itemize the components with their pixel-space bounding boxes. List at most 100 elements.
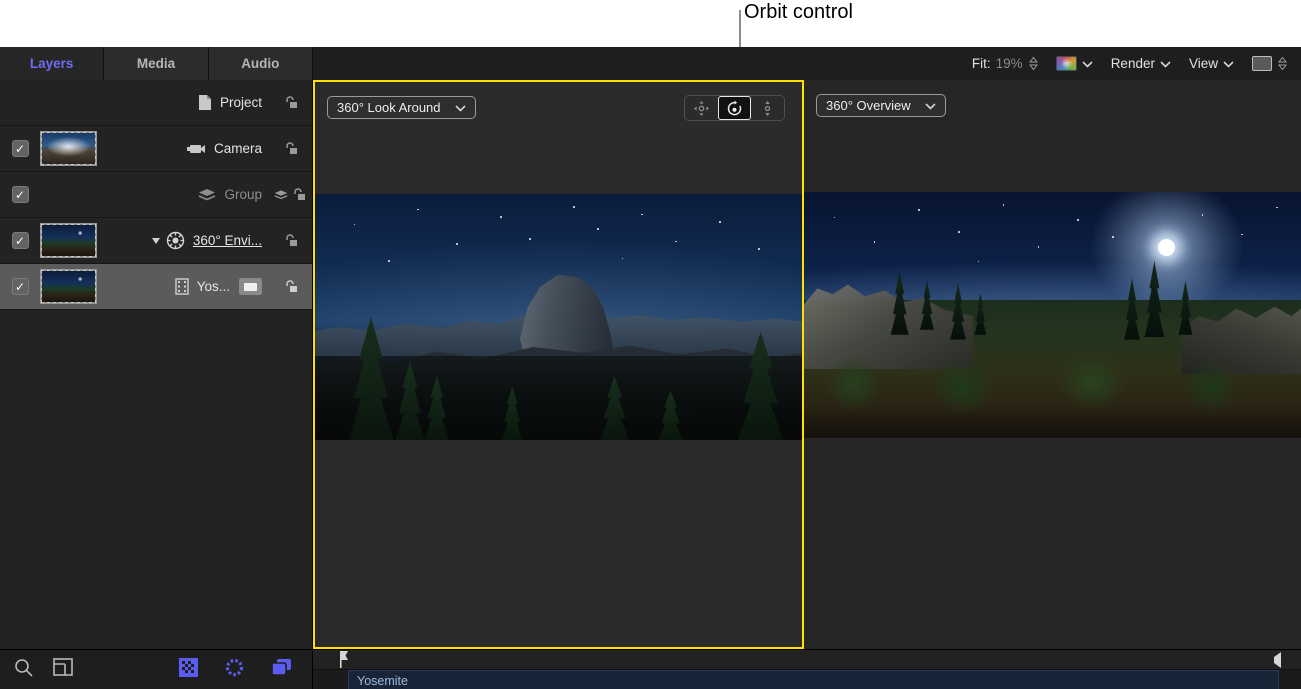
thumbnail-image-road xyxy=(42,133,95,164)
layout-panel-icon[interactable] xyxy=(53,658,73,681)
rectangle-icon xyxy=(1252,56,1272,71)
fit-zoom-control[interactable]: Fit: 19% xyxy=(972,56,1038,71)
checkerboard-icon[interactable] xyxy=(179,658,198,682)
lock-cell-group[interactable] xyxy=(268,187,312,202)
layer-row-360-environment[interactable]: ✓ 360° Envi... xyxy=(0,218,312,264)
moon-highlight xyxy=(1158,239,1175,256)
timeline-panel[interactable]: Yosemite xyxy=(313,649,1301,689)
tab-audio[interactable]: Audio xyxy=(209,47,313,80)
unlocked-icon xyxy=(283,141,298,156)
timeline-clip-yosemite[interactable]: Yosemite xyxy=(348,670,1279,689)
camera-icon xyxy=(186,142,206,156)
group-visibility-checkbox[interactable]: ✓ xyxy=(0,186,40,203)
unlocked-icon xyxy=(291,187,306,202)
lock-cell-yosemite[interactable] xyxy=(268,279,312,294)
document-icon xyxy=(198,94,212,111)
canvas-area: 360° Look Around xyxy=(313,80,1301,649)
layer-name-project: Project xyxy=(220,95,262,110)
viewport-right-overview[interactable]: 360° Overview xyxy=(804,80,1301,649)
lock-cell-camera[interactable] xyxy=(268,141,312,156)
environment-visibility-checkbox[interactable]: ✓ xyxy=(0,232,40,249)
equirectangular-panorama-image xyxy=(804,192,1301,438)
viewport-left-look-around[interactable]: 360° Look Around xyxy=(313,80,804,649)
layer-name-yosemite: Yos... xyxy=(197,279,230,294)
layer-name-360-environment: 360° Envi... xyxy=(193,233,262,248)
layer-row-yosemite[interactable]: ✓ Yos... xyxy=(0,264,312,310)
disclosure-triangle-icon[interactable] xyxy=(152,238,160,244)
screenshot-root: Orbit control Layers Media Audio Fit: 19… xyxy=(0,0,1301,689)
tab-layers[interactable]: Layers xyxy=(0,47,104,80)
layer-name-camera: Camera xyxy=(214,141,262,156)
timeline-track[interactable]: Yosemite xyxy=(313,670,1301,689)
fit-label: Fit: xyxy=(972,56,991,71)
viewport-right-render xyxy=(804,192,1301,438)
layer-row-project[interactable]: Project xyxy=(0,80,312,126)
checkbox-checked: ✓ xyxy=(12,278,29,295)
project-checkbox-placeholder xyxy=(0,94,40,111)
yosemite-thumbnail xyxy=(40,269,97,304)
halfdome-night-image xyxy=(315,194,802,440)
tab-media[interactable]: Media xyxy=(104,47,208,80)
viewport-left-chevron-down-icon xyxy=(455,100,466,115)
render-chevron-down-icon xyxy=(1160,60,1171,68)
unlocked-icon xyxy=(283,95,298,110)
viewport-3d-controls[interactable] xyxy=(684,95,785,121)
layer-row-camera[interactable]: ✓ Camera xyxy=(0,126,312,172)
gear-burst-icon[interactable] xyxy=(225,658,244,682)
lock-cell-360-environment[interactable] xyxy=(268,233,312,248)
color-channel-control[interactable] xyxy=(1056,56,1093,71)
viewport-left-render xyxy=(315,194,802,440)
tab-media-label: Media xyxy=(137,56,175,71)
timeline-end-marker[interactable] xyxy=(1273,652,1282,668)
viewport-left-label: 360° Look Around xyxy=(337,100,441,115)
yosemite-visibility-checkbox[interactable]: ✓ xyxy=(0,278,40,295)
group-icon xyxy=(198,188,216,202)
group-badge-icon xyxy=(274,189,288,201)
checkbox-empty xyxy=(12,94,29,111)
timeline-clip-label: Yosemite xyxy=(357,674,408,688)
viewport-right-label-menu[interactable]: 360° Overview xyxy=(816,94,946,117)
camera-thumbnail xyxy=(40,131,97,166)
fit-stepper-icon[interactable] xyxy=(1029,56,1038,71)
view-menu[interactable]: View xyxy=(1189,56,1234,71)
viewport-right-chevron-down-icon xyxy=(925,98,936,113)
playhead-marker[interactable] xyxy=(339,651,350,668)
group-thumbnail-placeholder xyxy=(40,177,97,212)
display-stepper-icon[interactable] xyxy=(1278,56,1287,71)
duplicate-windows-icon[interactable] xyxy=(271,658,292,681)
color-wheel-swatch-icon xyxy=(1056,56,1077,71)
environment-thumbnail xyxy=(40,223,97,258)
fit-value: 19% xyxy=(996,56,1023,71)
environment-360-icon xyxy=(166,231,185,250)
thumbnail-image-panorama xyxy=(42,271,95,302)
motion-app-window: Layers Media Audio Fit: 19% xyxy=(0,47,1301,689)
lock-cell-project[interactable] xyxy=(268,95,312,110)
checkbox-checked: ✓ xyxy=(12,232,29,249)
tilt-control-button[interactable] xyxy=(751,96,784,120)
thumbnail-image-panorama xyxy=(42,225,95,256)
viewport-left-label-menu[interactable]: 360° Look Around xyxy=(327,96,476,119)
panel-tabbar: Layers Media Audio xyxy=(0,47,313,80)
layer-row-group[interactable]: ✓ Group xyxy=(0,172,312,218)
pan-control-button[interactable] xyxy=(685,96,718,120)
render-menu[interactable]: Render xyxy=(1111,56,1171,71)
color-channel-chevron-down-icon[interactable] xyxy=(1082,60,1093,68)
timeline-ruler[interactable] xyxy=(313,650,1301,670)
view-label: View xyxy=(1189,56,1218,71)
layers-bottom-toolbar xyxy=(0,649,313,689)
filmstrip-icon xyxy=(175,278,189,295)
project-thumbnail-placeholder xyxy=(40,85,97,120)
layers-list[interactable]: Project ✓ Camera xyxy=(0,80,313,649)
search-icon[interactable] xyxy=(14,658,33,682)
camera-visibility-checkbox[interactable]: ✓ xyxy=(0,140,40,157)
display-layout-control[interactable] xyxy=(1252,56,1287,71)
checkbox-checked: ✓ xyxy=(12,186,29,203)
canvas-top-toolbar: Fit: 19% Render V xyxy=(972,47,1301,80)
media-badge-icon[interactable] xyxy=(239,278,262,295)
view-chevron-down-icon xyxy=(1223,60,1234,68)
tab-audio-label: Audio xyxy=(241,56,279,71)
viewport-right-label: 360° Overview xyxy=(826,98,911,113)
tab-layers-label: Layers xyxy=(30,56,74,71)
orbit-control-button[interactable] xyxy=(718,96,751,120)
unlocked-icon xyxy=(283,233,298,248)
